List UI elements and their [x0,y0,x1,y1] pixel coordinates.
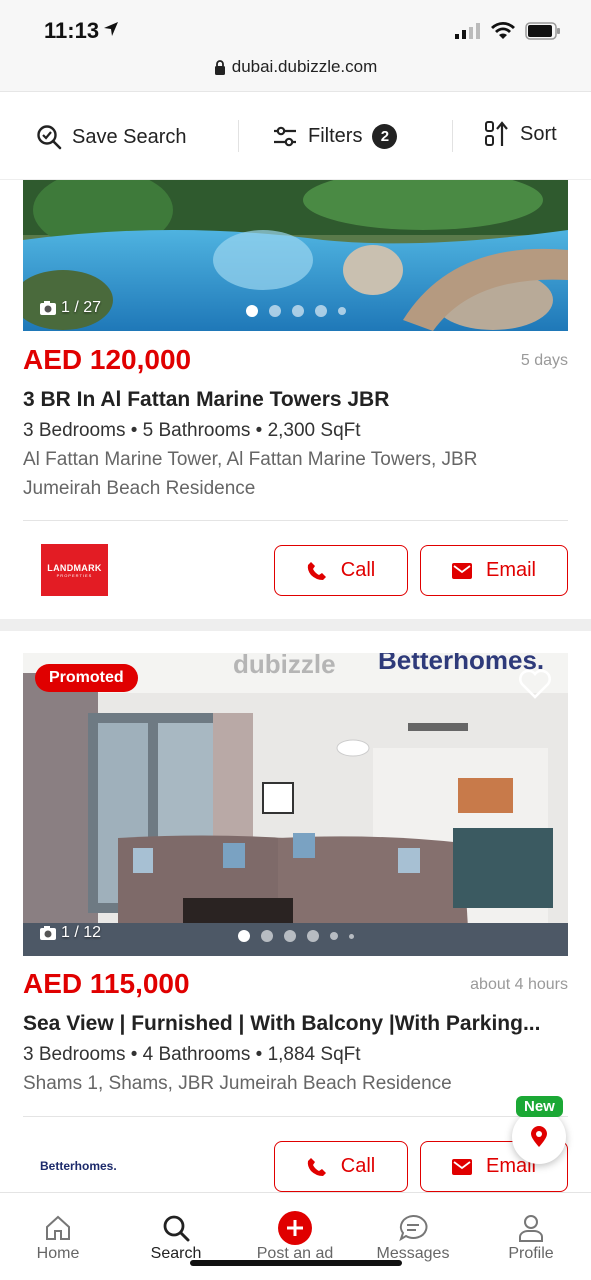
map-view-button[interactable] [512,1110,566,1164]
user-icon [519,1215,543,1242]
status-indicators [455,22,561,40]
pagination-dot [329,932,338,940]
search-icon [163,1215,190,1242]
status-bar: 11:13 [0,0,591,52]
pagination-dot [260,930,273,942]
sort-label: Sort [520,122,557,145]
lock-icon [214,59,225,75]
nav-label: Home [36,1245,80,1262]
call-label: Call [340,1155,376,1177]
listing-title[interactable]: 3 BR In Al Fattan Marine Towers JBR [23,388,568,412]
bottom-navigation: Home Search Post an ad Messages Profile [0,1192,591,1280]
call-label: Call [340,559,376,581]
favorite-heart-icon[interactable] [518,669,552,699]
pagination-dot [306,930,319,942]
nav-home[interactable]: Home [3,1211,113,1263]
agency-logo[interactable]: Betterhomes. [40,1159,117,1173]
pagination-dot [337,307,346,315]
pagination-dot [291,305,304,317]
listing-title[interactable]: Sea View | Furnished | With Balcony |Wit… [23,1012,543,1036]
filters-count-badge: 2 [372,124,398,149]
sort-button[interactable]: Sort [484,120,557,148]
call-button[interactable]: Call [274,1141,408,1192]
status-time: 11:13 [44,18,100,43]
nav-post-ad[interactable]: Post an ad [240,1211,350,1263]
listing-photo[interactable]: 1 / 27 [23,180,568,331]
filters-label: Filters [308,125,363,147]
listing-address: Shams 1, Shams, JBR Jumeirah Beach Resid… [23,1073,452,1094]
results-toolbar: Save Search Filters 2 Sort [0,92,591,180]
battery-icon [525,22,560,40]
sliders-icon [274,126,296,146]
listing-price: AED 120,000 [23,344,192,375]
photo-count-text: 1 / 27 [61,299,102,316]
listing-age: 5 days [520,352,568,369]
listing-photo[interactable]: dubizzle Betterhomes. Promoted 1 / 12 [23,653,568,956]
mail-icon [451,1158,472,1175]
listing-specs: 3 Bedrooms • 4 Bathrooms • 1,884 SqFt [23,1044,361,1065]
home-icon [46,1215,70,1240]
save-search-button[interactable]: Save Search [36,124,187,150]
toolbar-divider [238,120,239,152]
nav-profile[interactable]: Profile [476,1211,586,1263]
photo-pagination-dots [237,930,354,942]
chat-icon [399,1214,428,1242]
toolbar-divider [452,120,453,152]
photo-counter: 1 / 27 [39,299,101,317]
card-divider [23,1116,568,1117]
plus-icon [278,1211,312,1245]
camera-icon [40,301,56,315]
agency-logo-subtext: PROPERTIES [56,572,93,578]
listing-age: about 4 hours [470,976,568,993]
location-arrow-icon [104,22,118,36]
wifi-icon [491,22,515,39]
pagination-dot [283,930,296,942]
promoted-badge: Promoted [35,664,138,692]
email-button[interactable]: Email [420,545,568,596]
listing-price: AED 115,000 [23,968,190,999]
sort-icon [485,121,508,146]
filters-button[interactable]: Filters 2 [272,124,398,149]
call-button[interactable]: Call [274,545,408,596]
agency-logo-text: LANDMARK [47,562,102,573]
nav-messages[interactable]: Messages [358,1211,468,1263]
pagination-dot [245,305,258,317]
pagination-dot [237,930,250,942]
photo-counter: 1 / 12 [39,924,101,942]
new-badge: New [516,1096,563,1117]
pagination-dot [348,933,354,939]
photo-count-text: 1 / 12 [61,924,102,941]
home-indicator [190,1260,402,1266]
camera-icon [40,926,56,940]
listing-specs: 3 Bedrooms • 5 Bathrooms • 2,300 SqFt [23,420,361,441]
signal-icon [455,23,480,39]
nav-search[interactable]: Search [121,1211,231,1263]
browser-url-bar[interactable]: dubai.dubizzle.com [0,52,591,92]
photo-pagination-dots [245,305,346,317]
email-label: Email [485,559,536,581]
pagination-dot [314,305,327,317]
url-text: dubai.dubizzle.com [231,57,378,76]
phone-icon [307,1157,326,1176]
map-pin-icon [531,1126,547,1147]
save-search-label: Save Search [72,125,187,148]
search-check-icon [37,125,62,150]
pagination-dot [268,305,281,317]
listing-address: Al Fattan Marine Tower, Al Fattan Marine… [23,449,478,499]
card-divider [23,520,568,521]
dubizzle-watermark: dubizzle [233,653,336,679]
living-room-photo: dubizzle Betterhomes. [23,653,568,956]
agency-logo[interactable]: LANDMARK PROPERTIES [41,544,108,596]
phone-icon [307,561,326,580]
card-separator [0,619,591,631]
nav-label: Profile [508,1245,554,1262]
mail-icon [451,562,472,579]
